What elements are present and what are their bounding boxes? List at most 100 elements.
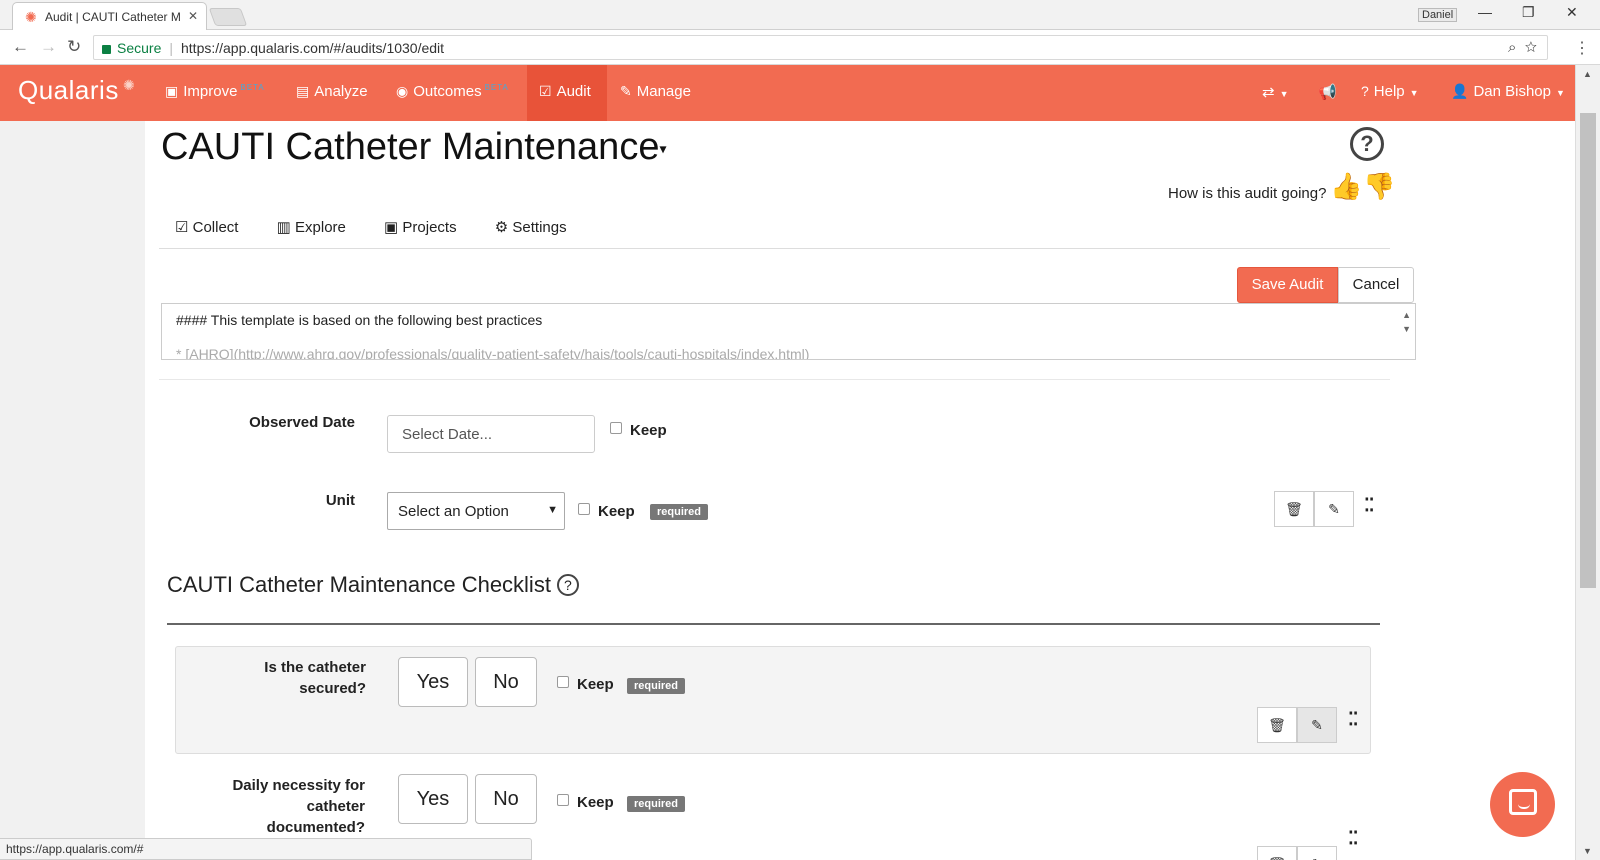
drag-handle-icon[interactable]: ⁚⁚ [1348,829,1359,847]
reload-icon[interactable]: ↻ [67,37,81,57]
drag-handle-icon[interactable]: ⁚⁚ [1348,710,1359,728]
nav-analyze[interactable]: ▤ Analyze [296,65,368,121]
observed-date-label: Observed Date [249,414,355,431]
keep-checkbox-q1[interactable]: Keep [557,676,614,693]
user-name: Dan Bishop [1473,83,1551,100]
keep-checkbox-date[interactable]: Keep [610,422,667,439]
nav-analyze-label: Analyze [314,83,368,100]
chat-launcher-button[interactable] [1490,772,1555,837]
brand-logo[interactable]: Qualaris [18,75,119,106]
briefcase-icon: ▣ [165,83,179,99]
restore-icon[interactable]: ❐ [1522,4,1535,21]
announcements-button[interactable]: 📢 [1318,65,1337,121]
user-menu[interactable]: 👤 Dan Bishop ▼ [1451,65,1565,121]
required-badge: required [627,796,686,812]
delete-field-button[interactable]: 🗑 [1274,491,1314,527]
close-tab-icon[interactable]: ✕ [188,9,198,23]
nav-manage-label: Manage [636,83,691,100]
trash-icon: 🗑 [1268,856,1286,860]
page-scrollbar[interactable]: ▲ ▼ [1575,65,1600,860]
unit-select[interactable]: Select an Option ▼ [387,492,565,530]
save-audit-button[interactable]: Save Audit [1237,267,1338,303]
delete-question-button[interactable]: 🗑 [1257,707,1297,743]
description-textarea[interactable]: #### This template is based on the follo… [161,303,1416,360]
nav-audit[interactable]: ☑ Audit [527,65,607,121]
address-bar[interactable]: Secure | https://app.qualaris.com/#/audits… [93,35,1548,60]
question-label-line: Is the catheter [264,659,366,676]
checkbox[interactable] [610,422,622,434]
tab-explore-label: Explore [295,219,346,236]
cancel-button[interactable]: Cancel [1338,267,1414,303]
tab-projects[interactable]: ▣ Projects [384,219,457,236]
no-button[interactable]: No [475,774,537,824]
caret-down-icon: ▾ [659,140,667,157]
gear-icon: ⚙ [494,219,509,236]
scrollbar-thumb[interactable] [1580,113,1596,588]
forward-icon[interactable]: → [40,37,57,57]
drag-handle-icon[interactable]: ⁚⁚ [1364,496,1375,514]
edit-question-button[interactable]: ✎ [1297,846,1337,860]
checkbox[interactable] [557,676,569,688]
checkbox-icon: ☑ [175,219,189,236]
briefcase-icon: ▣ [384,219,399,236]
profile-name[interactable]: Daniel [1418,8,1458,22]
help-icon[interactable]: ? [556,574,579,596]
help-label: Help [1373,83,1405,100]
observed-date-input[interactable]: Select Date... [387,415,595,453]
edit-icon: ✎ [1328,501,1340,517]
minimize-icon[interactable]: — [1478,4,1492,20]
zoom-icon[interactable]: ⌕ [1508,39,1516,56]
back-icon[interactable]: ← [12,37,29,57]
caret-down-icon: ▼ [1556,88,1565,98]
checkbox[interactable] [578,503,590,515]
edit-question-button[interactable]: ✎ [1297,707,1337,743]
address-row: ← → ↻ Secure | https://app.qualaris.com/#/… [0,30,1600,65]
edit-icon: ✎ [1311,856,1323,860]
tab-explore[interactable]: ▥ Explore [277,219,346,236]
chrome-menu-icon[interactable]: ⋮ [1574,38,1590,58]
tab-collect-label: Collect [192,219,239,236]
question-circle-icon: ? [1361,83,1369,99]
tab-title: Audit | CAUTI Catheter M [45,10,181,24]
tab-projects-label: Projects [402,219,457,236]
exchange-icon: ⇄ [1262,84,1275,101]
yes-button[interactable]: Yes [398,657,468,707]
tab-settings[interactable]: ⚙ Settings [495,219,567,236]
nav-manage[interactable]: ✎ Manage [620,65,691,121]
lock-icon [102,45,111,54]
page-title[interactable]: CAUTI Catheter Maintenance▾ [161,126,666,169]
switch-menu[interactable]: ⇄ ▼ [1262,65,1289,121]
yes-button[interactable]: Yes [398,774,468,824]
description-line: * [AHRQ](http://www.ahrq.gov/professiona… [176,346,810,360]
bookmark-star-icon[interactable]: ☆ [1525,39,1537,56]
thumbs-up-icon[interactable]: 👍 [1330,171,1362,202]
keep-checkbox-q2[interactable]: Keep [557,794,614,811]
window-close-icon[interactable]: ✕ [1566,4,1578,21]
checkbox[interactable] [557,794,569,806]
brand-star-icon: ✺ [123,77,135,93]
textarea-scroll-arrows[interactable]: ▲ ▼ [1402,308,1411,336]
keep-checkbox-unit[interactable]: Keep [578,503,635,520]
keep-label: Keep [577,794,614,811]
checkbox-icon: ☑ [539,83,552,99]
scroll-down-icon[interactable]: ▼ [1583,846,1592,856]
help-icon[interactable]: ? [1350,127,1384,161]
nav-outcomes[interactable]: ◉ Outcomes BETA [396,65,509,121]
tab-collect[interactable]: ☑ Collect [175,219,238,236]
new-tab-button[interactable] [208,8,248,26]
keep-label: Keep [630,422,667,439]
status-bar-url: https://app.qualaris.com/# [0,838,532,860]
wrench-icon: ✎ [620,83,632,99]
beta-badge: BETA [484,83,509,92]
scroll-up-icon[interactable]: ▲ [1583,69,1592,79]
delete-question-button[interactable]: 🗑 [1257,846,1297,860]
unit-select-value: Select an Option [398,503,509,520]
thumbs-down-icon[interactable]: 👎 [1363,171,1395,202]
page-title-text: CAUTI Catheter Maintenance [161,126,660,168]
nav-improve[interactable]: ▣ Improve BETA [165,65,265,121]
help-menu[interactable]: ? Help ▼ [1361,65,1419,121]
browser-tab[interactable]: ✺ Audit | CAUTI Catheter M ✕ [12,2,207,30]
edit-field-button[interactable]: ✎ [1314,491,1354,527]
no-button[interactable]: No [475,657,537,707]
browser-tabstrip: ✺ Audit | CAUTI Catheter M ✕ Daniel — ❐ … [0,0,1600,30]
